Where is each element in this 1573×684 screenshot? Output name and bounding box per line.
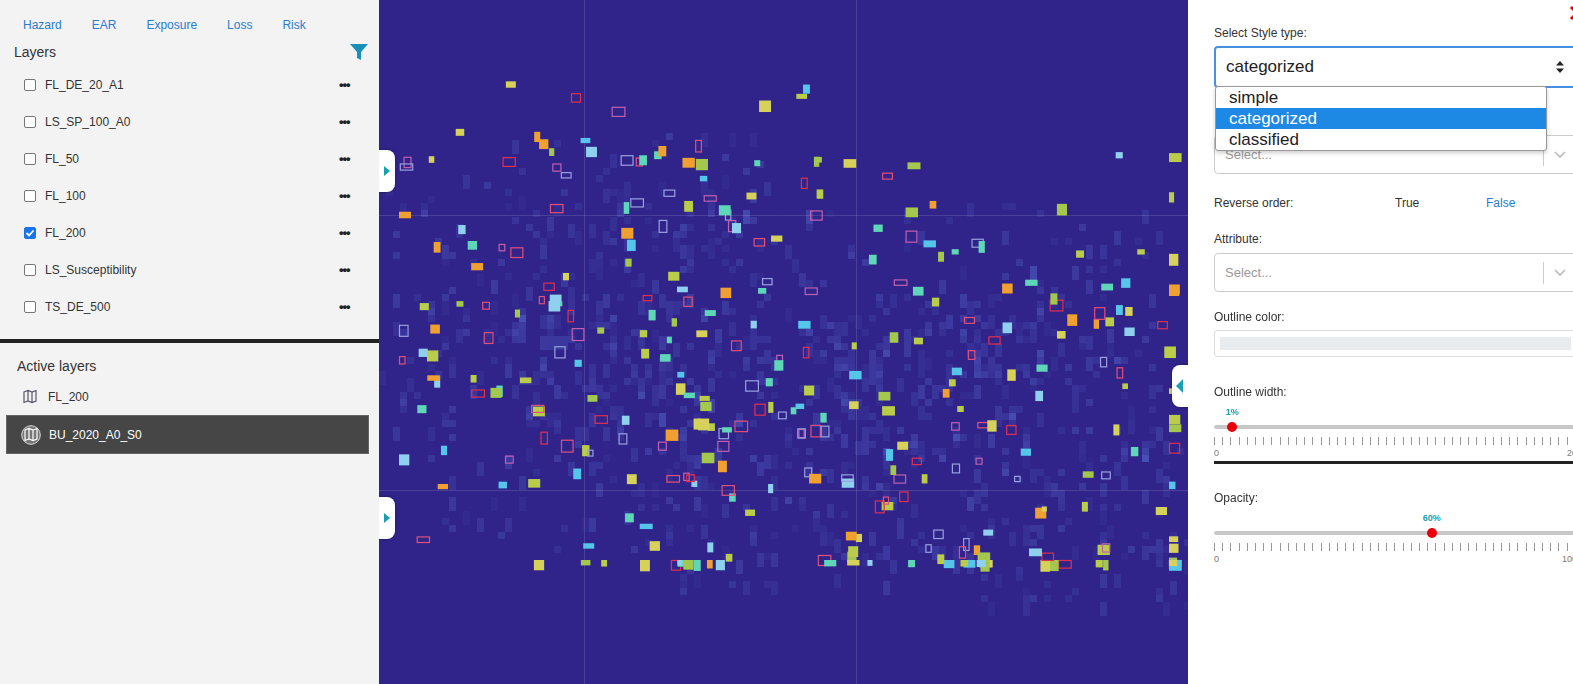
outline-width-reading: 1% bbox=[1226, 407, 1239, 417]
style-type-select[interactable]: categorized bbox=[1214, 46, 1573, 88]
nav-tab[interactable]: Exposure bbox=[146, 18, 197, 34]
layer-row[interactable]: LS_Susceptibility••• bbox=[24, 251, 379, 288]
chevron-down-icon bbox=[1554, 269, 1566, 277]
layer-name: FL_200 bbox=[45, 226, 339, 240]
map-view[interactable] bbox=[379, 0, 1188, 684]
layer-checkbox[interactable] bbox=[24, 79, 36, 91]
slider-range: 0 20 bbox=[1214, 448, 1573, 458]
reverse-option[interactable]: False bbox=[1486, 196, 1573, 210]
close-icon[interactable] bbox=[1569, 5, 1573, 21]
layer-menu[interactable]: ••• bbox=[339, 114, 379, 129]
expand-left-icon bbox=[1176, 379, 1184, 393]
layer-row[interactable]: FL_100••• bbox=[24, 177, 379, 214]
layer-name: TS_DE_500 bbox=[45, 300, 339, 314]
updown-icon bbox=[1555, 60, 1565, 74]
nav-tab[interactable]: EAR bbox=[92, 18, 117, 34]
reverse-option[interactable]: True bbox=[1395, 196, 1486, 210]
map-canvas[interactable] bbox=[379, 0, 1188, 684]
layer-row[interactable]: FL_DE_20_A1••• bbox=[24, 66, 379, 103]
reverse-order-label: Reverse order: bbox=[1214, 196, 1395, 210]
active-layers-title: Active layers bbox=[0, 343, 379, 378]
layers-header: Layers bbox=[0, 34, 379, 62]
opacity-slider[interactable]: 60% 0 100 bbox=[1214, 513, 1573, 563]
style-type-label: Select Style type: bbox=[1214, 26, 1573, 40]
nav-tab[interactable]: Loss bbox=[227, 18, 252, 34]
layer-checkbox[interactable] bbox=[24, 116, 36, 128]
reverse-order: Reverse order:TrueFalse bbox=[1214, 194, 1573, 212]
slider-range: 0 100 bbox=[1214, 554, 1573, 564]
layer-checkbox[interactable] bbox=[24, 190, 36, 202]
layer-menu[interactable]: ••• bbox=[339, 151, 379, 166]
layer-checkbox[interactable] bbox=[24, 301, 36, 313]
slider-ticks bbox=[1214, 543, 1573, 551]
slider-track bbox=[1214, 425, 1573, 429]
check-icon bbox=[25, 228, 35, 238]
select-placeholder: Select... bbox=[1225, 265, 1533, 280]
slider-track bbox=[1214, 531, 1573, 535]
active-layer-row[interactable]: BU_2020_A0_S0 bbox=[6, 415, 369, 454]
dropdown-option[interactable]: categorized bbox=[1216, 108, 1546, 129]
layers-panel: Hazard EAR Exposure Loss Risk Layers FL_DE_20_… bbox=[0, 0, 379, 684]
layer-menu[interactable]: ••• bbox=[339, 77, 379, 92]
style-type-value: categorized bbox=[1226, 57, 1555, 77]
slider-knob[interactable] bbox=[1427, 528, 1437, 538]
expand-right-icon bbox=[383, 165, 391, 177]
layer-menu[interactable]: ••• bbox=[339, 188, 379, 203]
layer-name: FL_50 bbox=[45, 152, 339, 166]
opacity-label: Opacity: bbox=[1214, 491, 1573, 505]
layer-menu[interactable]: ••• bbox=[339, 262, 379, 277]
expand-right-icon bbox=[383, 512, 391, 524]
slider-max: 20 bbox=[1567, 448, 1573, 458]
active-layer-name: BU_2020_A0_S0 bbox=[49, 428, 142, 442]
nav-tab[interactable]: Hazard bbox=[23, 18, 62, 34]
layer-row[interactable]: FL_50••• bbox=[24, 140, 379, 177]
layers-title: Layers bbox=[14, 44, 56, 60]
layer-name: LS_SP_100_A0 bbox=[45, 115, 339, 129]
style-type-dropdown: simplecategorizedclassified bbox=[1215, 86, 1547, 151]
section-separator bbox=[1214, 461, 1573, 464]
slider-max: 100 bbox=[1562, 554, 1573, 564]
layer-row[interactable]: FL_200••• bbox=[24, 214, 379, 251]
layer-row[interactable]: LS_SP_100_A0••• bbox=[24, 103, 379, 140]
outline-color-picker[interactable] bbox=[1214, 330, 1573, 357]
nav-tab[interactable]: Risk bbox=[282, 18, 305, 34]
opacity-reading: 60% bbox=[1423, 513, 1441, 523]
layer-menu[interactable]: ••• bbox=[339, 299, 379, 314]
slider-min: 0 bbox=[1214, 554, 1219, 564]
outline-width-label: Outline width: bbox=[1214, 385, 1573, 399]
color-swatch bbox=[1220, 337, 1571, 350]
layer-name: FL_100 bbox=[45, 189, 339, 203]
layer-checkbox[interactable] bbox=[24, 264, 36, 276]
layer-checkbox[interactable] bbox=[24, 227, 36, 239]
layer-name: FL_DE_20_A1 bbox=[45, 78, 339, 92]
panel-separator bbox=[0, 339, 379, 343]
select-divider bbox=[1543, 262, 1544, 284]
layer-menu[interactable]: ••• bbox=[339, 225, 379, 240]
outline-width-slider[interactable]: 1% 0 20 bbox=[1214, 407, 1573, 457]
style-panel: Select Style type:categorizedsimplecateg… bbox=[1188, 0, 1573, 684]
panel-toggle[interactable] bbox=[379, 497, 395, 539]
slider-ticks bbox=[1214, 437, 1573, 445]
chevron-down-icon bbox=[1554, 151, 1566, 159]
slider-min: 0 bbox=[1214, 448, 1219, 458]
outline-color-label: Outline color: bbox=[1214, 310, 1573, 324]
active-layer-name: FL_200 bbox=[48, 390, 89, 404]
dropdown-option[interactable]: classified bbox=[1216, 129, 1546, 150]
panel-toggle[interactable] bbox=[1172, 365, 1188, 407]
active-layer-row[interactable]: FL_200 bbox=[6, 378, 369, 415]
layer-name: LS_Susceptibility bbox=[45, 263, 339, 277]
filter-icon[interactable] bbox=[349, 42, 369, 62]
map-layer-icon bbox=[20, 387, 40, 407]
attribute-label: Attribute: bbox=[1214, 232, 1573, 246]
layer-checkbox[interactable] bbox=[24, 153, 36, 165]
dropdown-option[interactable]: simple bbox=[1216, 87, 1546, 108]
layer-list: FL_DE_20_A1•••LS_SP_100_A0•••FL_50•••FL_… bbox=[0, 62, 379, 325]
nav-tabs: Hazard EAR Exposure Loss Risk bbox=[0, 0, 379, 34]
layer-row[interactable]: TS_DE_500••• bbox=[24, 288, 379, 325]
slider-knob[interactable] bbox=[1227, 422, 1237, 432]
attribute-select[interactable]: Select... bbox=[1214, 253, 1573, 292]
map-layer-icon bbox=[21, 425, 41, 445]
panel-toggle[interactable] bbox=[379, 150, 395, 192]
